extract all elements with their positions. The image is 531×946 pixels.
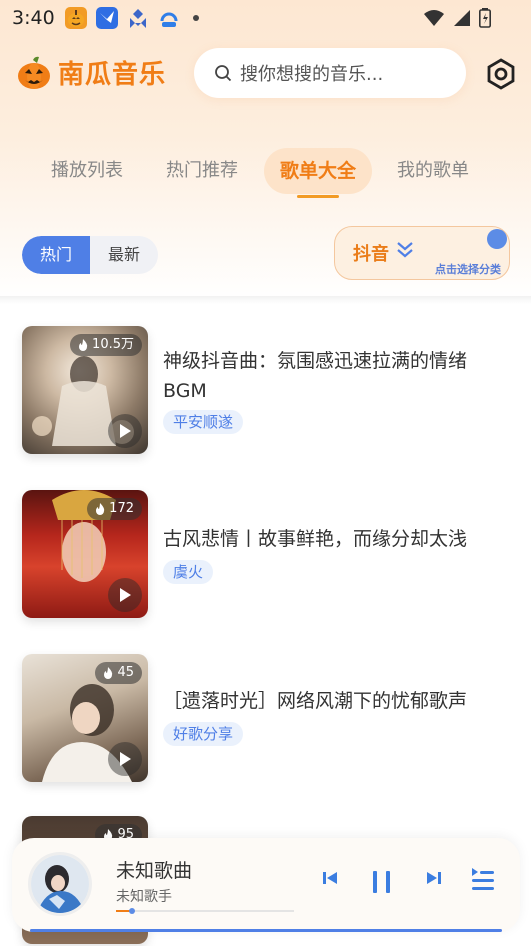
playlist-cover[interactable]: 45 bbox=[22, 654, 148, 782]
play-count-badge: 45 bbox=[95, 662, 142, 684]
tab-playlist[interactable]: 播放列表 bbox=[38, 148, 136, 194]
progress-bar[interactable] bbox=[116, 908, 294, 914]
category-label: 抖音 bbox=[353, 244, 389, 265]
progress-knob[interactable] bbox=[129, 908, 136, 914]
battery-icon bbox=[479, 8, 491, 28]
play-icon bbox=[120, 424, 131, 438]
fire-icon bbox=[104, 667, 113, 679]
tab-my-playlists[interactable]: 我的歌单 bbox=[384, 148, 482, 194]
list-item[interactable]: 172 古风悲情丨故事鲜艳，而缘分却太浅 虞火 bbox=[0, 490, 531, 620]
signal-icon bbox=[454, 10, 470, 26]
play-button[interactable] bbox=[108, 578, 142, 612]
notification-dot-icon bbox=[192, 15, 199, 21]
play-icon bbox=[120, 588, 131, 602]
system-indicators bbox=[423, 8, 491, 28]
list-item[interactable]: 45 ［遗落时光］网络风潮下的忧郁歌声 好歌分享 bbox=[0, 654, 531, 784]
tab-playlist-collection[interactable]: 歌单大全 bbox=[264, 148, 372, 194]
play-count: 172 bbox=[109, 501, 134, 516]
play-count-badge: 172 bbox=[87, 498, 142, 520]
tab-hot-recommend[interactable]: 热门推荐 bbox=[152, 148, 252, 194]
playlist-title: 古风悲情丨故事鲜艳，而缘分却太浅 bbox=[163, 528, 468, 550]
category-select-button[interactable]: 抖音 点击选择分类 bbox=[334, 226, 510, 280]
play-icon bbox=[120, 752, 131, 766]
play-count: 10.5万 bbox=[92, 337, 134, 352]
status-bar: 3:40 bbox=[0, 0, 531, 36]
sort-toggle: 热门 最新 bbox=[22, 236, 158, 274]
playlist-cover[interactable]: 172 bbox=[22, 490, 148, 618]
main-tabs: 播放列表 热门推荐 歌单大全 我的歌单 bbox=[0, 148, 531, 200]
fire-icon bbox=[96, 503, 105, 515]
playlist-tag[interactable]: 虞火 bbox=[163, 560, 214, 584]
list-item[interactable]: 10.5万 神级抖音曲：氛围感迅速拉满的情绪BGM 平安顺遂 bbox=[0, 326, 531, 456]
pumpkin-icon bbox=[18, 56, 50, 89]
cloud-app-icon bbox=[158, 7, 180, 29]
skip-next-icon bbox=[427, 872, 441, 884]
mini-player[interactable]: 未知歌曲 未知歌手 bbox=[12, 838, 520, 932]
double-chevron-down-icon bbox=[397, 242, 413, 258]
now-playing-artist: 未知歌手 bbox=[116, 889, 172, 905]
next-button[interactable] bbox=[424, 868, 444, 892]
search-placeholder: 搜你想搜的音乐... bbox=[240, 64, 384, 85]
settings-hexagon-icon bbox=[487, 58, 515, 90]
playlist-title: ［遗落时光］网络风潮下的忧郁歌声 bbox=[163, 690, 468, 712]
playlist-cover[interactable]: 10.5万 bbox=[22, 326, 148, 454]
search-input[interactable]: 搜你想搜的音乐... bbox=[194, 48, 466, 98]
playlist-title: 神级抖音曲：氛围感迅速拉满的情绪BGM bbox=[163, 350, 468, 402]
play-count-badge: 10.5万 bbox=[70, 334, 142, 356]
sort-newest-button[interactable]: 最新 bbox=[90, 236, 158, 274]
skip-previous-icon bbox=[323, 872, 337, 884]
settings-button[interactable] bbox=[484, 57, 518, 91]
status-time: 3:40 bbox=[12, 7, 55, 29]
pumpkin-app-icon bbox=[64, 7, 87, 29]
wifi-icon bbox=[424, 10, 444, 26]
playlist-tag[interactable]: 好歌分享 bbox=[163, 722, 244, 746]
puzzle-app-icon bbox=[127, 7, 149, 29]
play-count: 45 bbox=[117, 665, 134, 680]
previous-button[interactable] bbox=[320, 868, 340, 892]
player-bottom-accent bbox=[30, 929, 502, 932]
pause-button[interactable] bbox=[370, 870, 394, 898]
cover-art-figure bbox=[31, 855, 89, 913]
active-tab-indicator bbox=[297, 195, 339, 198]
playlist-queue-button[interactable] bbox=[470, 866, 496, 900]
category-hint: 点击选择分类 bbox=[435, 263, 501, 276]
bird-app-icon bbox=[95, 7, 118, 29]
play-button[interactable] bbox=[108, 742, 142, 776]
playlist-tag[interactable]: 平安顺遂 bbox=[163, 410, 244, 434]
filter-row: 热门 最新 抖音 点击选择分类 bbox=[0, 224, 531, 296]
pause-icon bbox=[373, 871, 390, 893]
play-button[interactable] bbox=[108, 414, 142, 448]
app-title: 南瓜音乐 bbox=[58, 60, 167, 90]
now-playing-title: 未知歌曲 bbox=[116, 860, 193, 882]
category-corner-dot bbox=[487, 229, 507, 249]
search-icon bbox=[215, 65, 232, 82]
app-logo: 南瓜音乐 bbox=[16, 54, 166, 91]
app-header: 南瓜音乐 搜你想搜的音乐... bbox=[0, 48, 531, 100]
sort-hot-button[interactable]: 热门 bbox=[22, 236, 90, 274]
now-playing-cover[interactable] bbox=[28, 852, 92, 916]
divider bbox=[0, 296, 531, 304]
queue-icon bbox=[472, 868, 494, 890]
fire-icon bbox=[79, 339, 88, 351]
